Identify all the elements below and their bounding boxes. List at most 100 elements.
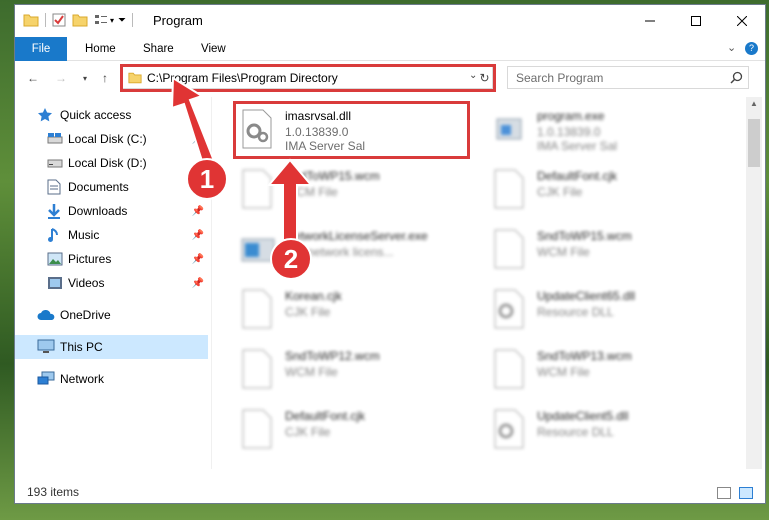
exe-icon (493, 109, 529, 149)
sidebar-item-label: Documents (68, 180, 129, 194)
customize-toolbar-icon[interactable]: ⏷ (118, 15, 126, 26)
file-name: Korean.cjk (285, 289, 342, 303)
file-item[interactable]: SndToWP15.wcm WCM File (485, 223, 715, 277)
file-icon (493, 169, 529, 209)
scrollbar-thumb[interactable] (748, 119, 760, 167)
navigation-pane: Quick access Local Disk (C:) 📌 Local Dis… (15, 97, 210, 477)
properties-icon[interactable] (52, 13, 66, 27)
file-icon (241, 289, 277, 329)
file-name: DefaultFont.cjk (285, 409, 366, 423)
file-type: Resource DLL (537, 305, 614, 319)
maximize-icon (691, 16, 701, 26)
sidebar-item-label: Local Disk (C:) (68, 132, 147, 146)
scroll-up-icon[interactable]: ▲ (750, 99, 758, 108)
explorer-window: ▾ ⏷ Program File Home Share View ⌄ ? ← →… (14, 4, 766, 504)
search-box[interactable]: Search Program (507, 66, 749, 89)
minimize-icon (645, 20, 655, 22)
file-item-program-exe[interactable]: program.exe 1.0.13839.0 IMA Server Sal (485, 103, 715, 157)
dll-icon (493, 289, 529, 329)
sidebar-item-local-disk-d[interactable]: Local Disk (D:) (15, 151, 208, 175)
pin-icon[interactable]: 📌 (192, 230, 204, 241)
music-icon (47, 227, 63, 243)
file-name: SndToWP15.wcm (285, 169, 380, 183)
file-item[interactable]: SndToWP12.wcm WCM File (233, 343, 463, 397)
file-name: UpdateClient5.dll (537, 409, 629, 423)
file-item[interactable]: DefaultFont.cjk CJK File (485, 163, 715, 217)
file-type: WCM File (285, 185, 338, 199)
item-count: 193 items (27, 485, 80, 499)
file-type: WCM File (537, 365, 590, 379)
callout-1: 1 (186, 158, 228, 200)
status-bar: 193 items (15, 481, 765, 503)
minimize-button[interactable] (627, 5, 673, 37)
pane-splitter[interactable] (211, 97, 212, 469)
sidebar-item-pictures[interactable]: Pictures 📌 (15, 247, 208, 271)
sidebar-item-quick-access[interactable]: Quick access (15, 103, 208, 127)
file-description: IMA Server Sal (537, 139, 618, 153)
search-placeholder: Search Program (516, 71, 604, 85)
file-icon (493, 349, 529, 389)
sidebar-item-onedrive[interactable]: OneDrive (15, 303, 208, 327)
file-icon (241, 169, 277, 209)
pin-icon[interactable]: 📌 (192, 134, 204, 145)
download-icon (47, 203, 63, 219)
up-arrow-icon: ↑ (102, 71, 108, 85)
file-name: UpdateClient65.dll (537, 289, 636, 303)
file-type: WCM File (285, 365, 338, 379)
new-folder-icon[interactable] (72, 13, 88, 27)
drive-icon (47, 132, 63, 148)
tab-home[interactable]: Home (85, 37, 116, 61)
pin-icon[interactable]: 📌 (192, 206, 204, 217)
chevron-down-icon[interactable]: ▾ (110, 16, 114, 25)
tab-share[interactable]: Share (143, 37, 174, 61)
sidebar-item-documents[interactable]: Documents (15, 175, 208, 199)
forward-button[interactable]: → (51, 69, 71, 87)
recent-locations-button[interactable]: ▾ (75, 69, 95, 87)
pin-icon[interactable]: 📌 (192, 278, 204, 289)
view-icon[interactable] (94, 13, 108, 27)
details-view-icon[interactable] (717, 487, 731, 499)
sidebar-item-downloads[interactable]: Downloads 📌 (15, 199, 208, 223)
videos-icon (47, 276, 63, 292)
close-button[interactable] (719, 5, 765, 37)
help-icon[interactable]: ? (745, 42, 758, 55)
sidebar-item-this-pc[interactable]: This PC (15, 335, 208, 359)
callout-2: 2 (270, 238, 312, 280)
file-name: DefaultFont.cjk (537, 169, 618, 183)
up-button[interactable]: ↑ (95, 69, 115, 87)
sidebar-item-label: Downloads (68, 204, 128, 218)
computer-icon (37, 339, 55, 355)
sidebar-item-label: Pictures (68, 252, 112, 266)
sidebar-item-label: Local Disk (D:) (68, 156, 147, 170)
sidebar-item-videos[interactable]: Videos 📌 (15, 271, 208, 295)
chevron-down-icon: ▾ (82, 73, 87, 83)
tab-file[interactable]: File (15, 37, 67, 61)
file-item[interactable]: UpdateClient65.dll Resource DLL (485, 283, 715, 337)
search-icon (730, 71, 743, 84)
sidebar-item-network[interactable]: Network (15, 367, 208, 391)
file-name: SndToWP13.wcm (537, 349, 632, 363)
file-item[interactable]: Korean.cjk CJK File (233, 283, 463, 337)
file-type: CJK File (285, 425, 331, 439)
file-item[interactable]: DefaultFont.cjk CJK File (233, 403, 463, 457)
large-icons-view-icon[interactable] (739, 487, 753, 499)
tab-view[interactable]: View (201, 37, 226, 61)
file-item[interactable]: SndToWP15.wcm WCM File (233, 163, 463, 217)
close-icon (737, 16, 747, 26)
file-type: WCM File (537, 245, 590, 259)
sidebar-item-local-disk-c[interactable]: Local Disk (C:) 📌 (15, 127, 208, 151)
folder-icon[interactable] (23, 13, 39, 27)
file-version: 1.0.13839.0 (537, 125, 601, 139)
sidebar-item-label: Videos (68, 276, 105, 290)
vertical-scrollbar[interactable]: ▲ (746, 97, 762, 469)
expand-ribbon-icon[interactable]: ⌄ (727, 41, 736, 54)
back-button[interactable]: ← (23, 69, 43, 87)
maximize-button[interactable] (673, 5, 719, 37)
file-item[interactable]: UpdateClient5.dll Resource DLL (485, 403, 715, 457)
window-title: Program (153, 13, 203, 28)
documents-icon (47, 179, 63, 195)
sidebar-item-music[interactable]: Music 📌 (15, 223, 208, 247)
pin-icon[interactable]: 📌 (192, 254, 204, 265)
file-item[interactable]: NetworkLicenseServer.exe IBY network lic… (233, 223, 463, 277)
file-item[interactable]: SndToWP13.wcm WCM File (485, 343, 715, 397)
